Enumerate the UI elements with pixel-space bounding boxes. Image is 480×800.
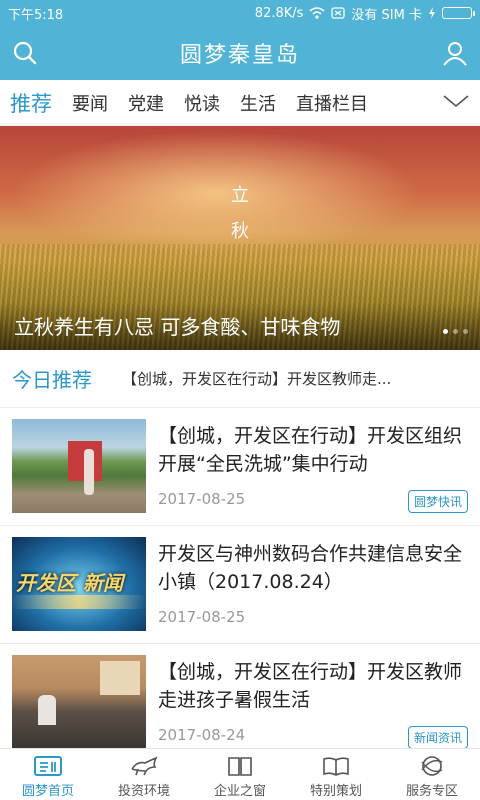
chevron-down-icon [443,95,469,108]
home-icon [34,756,62,776]
user-button[interactable] [438,36,472,70]
banner-char: 立 [231,185,249,206]
search-button[interactable] [8,36,42,70]
news-thumbnail [12,655,146,749]
status-right: 82.8K/s 没有 SIM 卡 [254,4,475,23]
nav-label: 圆梦首页 [21,784,74,799]
news-item[interactable]: 【创城，开发区在行动】开发区教师走进孩子暑假生活 2017-08-24 新闻资讯 [0,644,480,762]
news-item[interactable]: 开发区 新闻 开发区与神州数码合作共建信息安全小镇（2017.08.24） 20… [0,526,480,644]
thumb-light-streak [12,595,146,609]
banner-char: 秋 [231,221,249,242]
nav-label: 投资环境 [117,784,170,799]
tab-headlines[interactable]: 要闻 [62,90,118,116]
nav-home[interactable]: 圆梦首页 [0,749,96,800]
today-recommend-bar[interactable]: 今日推荐 【创城，开发区在行动】开发区教师走... [0,350,480,408]
user-icon [443,42,467,66]
globe-icon [421,756,443,776]
tabs-expand-button[interactable] [442,91,470,115]
charging-icon [429,7,435,19]
tab-life[interactable]: 生活 [230,90,286,116]
thumb-window-shape [100,661,140,695]
carousel-dots [443,329,468,334]
nav-label: 特别策划 [309,784,362,799]
nav-label: 服务专区 [405,784,458,799]
no-sim-icon [331,7,346,19]
category-tabs: 推荐 要闻 党建 悦读 生活 直播栏目 [0,80,480,126]
news-tag: 新闻资讯 [407,726,468,749]
news-item[interactable]: 【创城，开发区在行动】开发区组织开展“全民洗城”集中行动 2017-08-25 … [0,408,480,526]
net-speed: 82.8K/s [254,5,304,21]
carousel-dot[interactable] [453,329,458,334]
status-time: 下午5:18 [8,7,64,23]
news-title: 开发区与神州数码合作共建信息安全小镇（2017.08.24） [158,543,463,593]
open-book-icon [323,757,349,776]
nav-special[interactable]: 特别策划 [288,749,384,800]
news-date: 2017-08-25 [158,608,246,626]
news-title: 【创城，开发区在行动】开发区组织开展“全民洗城”集中行动 [158,425,463,475]
today-recommend-label: 今日推荐 [12,368,92,392]
carousel-dot[interactable] [463,329,468,334]
banner-caption: 立秋养生有八忌 可多食酸、甘味食物 [14,315,341,339]
thumb-person-shape [84,449,94,495]
nav-invest[interactable]: 投资环境 [96,749,192,800]
tab-party[interactable]: 党建 [118,90,174,116]
news-thumbnail: 开发区 新闻 [12,537,146,631]
news-thumbnail [12,419,146,513]
tab-recommend[interactable]: 推荐 [0,88,62,118]
today-ticker[interactable]: 【创城，开发区在行动】开发区教师走... [122,368,458,389]
news-tag: 圆梦快讯 [407,490,468,513]
news-title: 【创城，开发区在行动】开发区教师走进孩子暑假生活 [158,661,463,711]
banner-carousel[interactable]: 立 秋 立秋养生有八忌 可多食酸、甘味食物 [0,126,480,350]
tab-reading[interactable]: 悦读 [174,90,230,116]
bottom-nav: 圆梦首页 投资环境 企业之窗 特别策划 服务专区 [0,748,480,800]
news-date: 2017-08-24 [158,726,246,744]
banner-vertical-text: 立 秋 [228,178,252,250]
carrier-text: 没有 SIM 卡 [351,7,422,23]
book-icon [228,757,252,776]
page-title: 圆梦秦皇岛 [179,43,300,68]
horse-icon [131,756,158,776]
news-list: 【创城，开发区在行动】开发区组织开展“全民洗城”集中行动 2017-08-25 … [0,408,480,762]
battery-icon [442,7,475,19]
carousel-dot[interactable] [443,329,448,334]
search-icon [13,41,37,65]
thumb-caption: 开发区 新闻 [16,571,123,595]
wifi-icon [309,7,325,19]
status-bar: 下午5:18 82.8K/s 没有 SIM 卡 [0,0,480,26]
thumb-person-shape [38,695,56,725]
app-header: 圆梦秦皇岛 [0,26,480,80]
nav-label: 企业之窗 [213,784,266,799]
tab-live[interactable]: 直播栏目 [286,90,378,116]
news-date: 2017-08-25 [158,490,246,508]
nav-service[interactable]: 服务专区 [384,749,480,800]
nav-enterprise[interactable]: 企业之窗 [192,749,288,800]
